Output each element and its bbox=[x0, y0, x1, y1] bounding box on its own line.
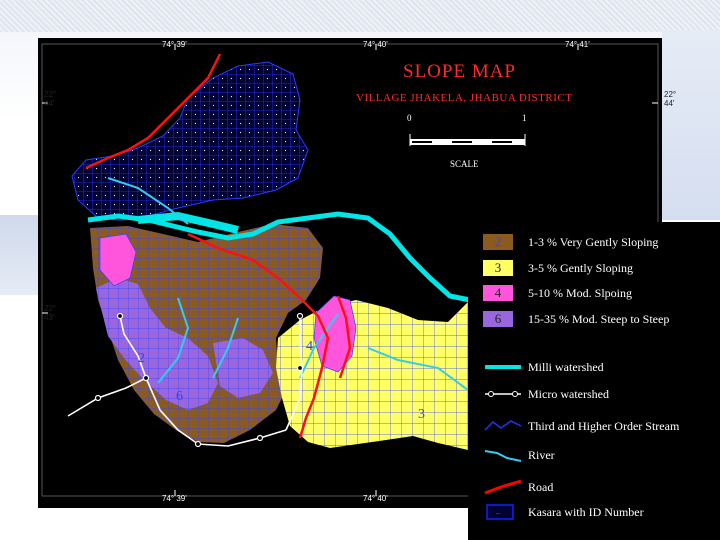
bottom-tick-1: 74° 39' bbox=[162, 494, 187, 503]
left-tick-2-deg: 22° bbox=[44, 304, 57, 313]
road-line-icon bbox=[484, 479, 522, 495]
slope-4-swatch: 4 bbox=[483, 285, 513, 301]
top-tick-1: 74° 39' bbox=[162, 40, 187, 49]
legend-item-stream: Third and Higher Order Stream bbox=[468, 416, 720, 436]
scale-label: SCALE bbox=[450, 159, 479, 169]
map-subtitle: VILLAGE JHAKELA, JHABUA DISTRICT bbox=[356, 92, 573, 104]
map-title: SLOPE MAP bbox=[403, 61, 516, 82]
slope-3-label: 3-5 % Gently Sloping bbox=[528, 261, 633, 275]
slope-6-swatch: 6 bbox=[483, 311, 513, 327]
legend-item-kasara: ·· Kasara with ID Number bbox=[468, 502, 720, 522]
right-tick-1-min: 44' bbox=[664, 99, 675, 108]
right-tick-1-deg: 22° bbox=[664, 90, 677, 99]
legend-item-slope-4: 4 5-10 % Mod. Slpoing bbox=[468, 283, 720, 303]
north-kasara-area bbox=[71, 61, 309, 221]
slope-6-label: 15-35 % Mod. Steep to Steep bbox=[528, 312, 670, 326]
slope-2-swatch: 2 bbox=[483, 234, 513, 250]
slide-side-band bbox=[0, 215, 40, 295]
slide-top-band bbox=[0, 0, 720, 32]
micro-watershed-label: Micro watershed bbox=[528, 387, 609, 401]
road-label: Road bbox=[528, 480, 554, 494]
legend-item-micro-watershed: Micro watershed bbox=[468, 384, 720, 404]
scale-end: 1 bbox=[522, 113, 527, 123]
zone-id-brown: 2 bbox=[138, 351, 145, 366]
slide-side-band-right bbox=[662, 30, 720, 220]
river-line-icon bbox=[484, 450, 522, 462]
bottom-tick-2: 74° 40' bbox=[363, 494, 388, 503]
legend-item-road: Road bbox=[468, 477, 720, 497]
stream-label: Third and Higher Order Stream bbox=[528, 419, 680, 433]
slope-4-label: 5-10 % Mod. Slpoing bbox=[528, 286, 633, 300]
zone-id-purple: 6 bbox=[176, 389, 183, 404]
top-tick-2: 74° 40' bbox=[363, 40, 388, 49]
legend-item-river: River bbox=[468, 445, 720, 465]
legend-item-slope-3: 3 3-5 % Gently Sloping bbox=[468, 258, 720, 278]
zone-id-pink: 4 bbox=[306, 339, 313, 354]
legend-item-slope-6: 6 15-35 % Mod. Steep to Steep bbox=[468, 309, 720, 329]
scale-start: 0 bbox=[407, 113, 412, 123]
map-legend: 2 1-3 % Very Gently Sloping 3 3-5 % Gent… bbox=[468, 222, 720, 540]
milli-watershed-label: Milli watershed bbox=[528, 360, 604, 374]
slope-3-swatch: 3 bbox=[483, 260, 513, 276]
micro-watershed-line-icon bbox=[485, 391, 521, 397]
kasara-label: Kasara with ID Number bbox=[528, 505, 644, 519]
legend-item-slope-2: 2 1-3 % Very Gently Sloping bbox=[468, 232, 720, 252]
milli-watershed-line-icon bbox=[485, 365, 521, 369]
river-label: River bbox=[528, 448, 555, 462]
left-tick-1-deg: 22° bbox=[44, 90, 57, 99]
left-tick-2-min: 43' bbox=[44, 313, 55, 322]
left-tick-1-min: 44' bbox=[44, 99, 55, 108]
top-tick-3: 74° 41' bbox=[565, 40, 590, 49]
stream-line-icon bbox=[484, 420, 522, 431]
svg-text:··: ·· bbox=[496, 511, 500, 517]
zone-id-yellow: 3 bbox=[418, 407, 425, 422]
slope-2-label: 1-3 % Very Gently Sloping bbox=[528, 235, 659, 249]
kasara-box-icon: ·· bbox=[486, 504, 514, 520]
scale-bar bbox=[409, 134, 526, 146]
legend-item-milli-watershed: Milli watershed bbox=[468, 357, 720, 377]
